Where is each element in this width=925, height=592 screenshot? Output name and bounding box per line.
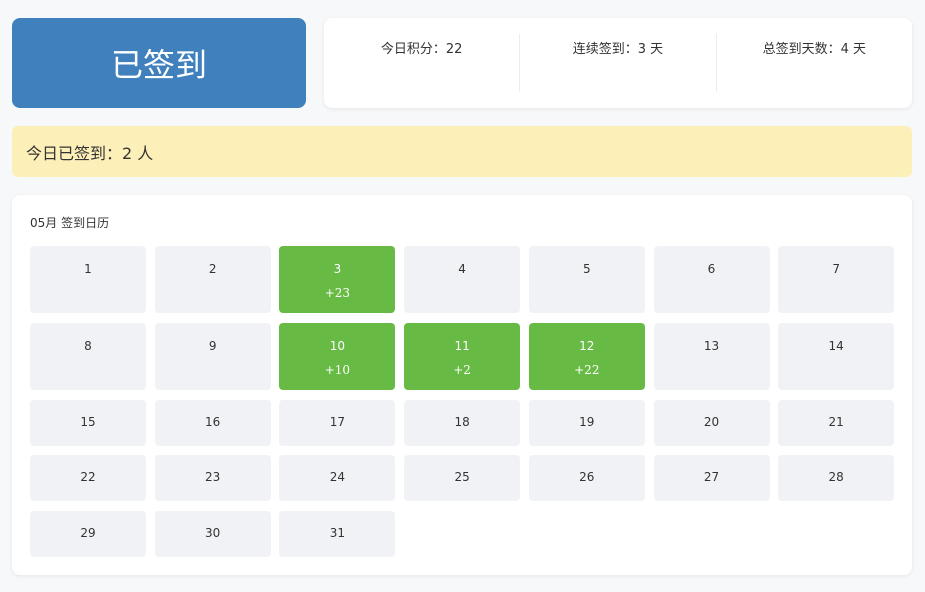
calendar-day[interactable]: 27 (653, 455, 770, 501)
checkin-calendar: 05月 签到日历 1 2 3 +23 4 5 6 7 8 9 10 +10 11 +2 12 +22 13 14 1… (12, 195, 912, 575)
signed-count-notice: 今日已签到：2 人 (12, 126, 912, 177)
calendar-day-number: 5 (582, 262, 591, 276)
calendar-day-number: 14 (828, 339, 844, 353)
calendar-day-number: 20 (703, 415, 720, 429)
calendar-day[interactable]: 4 (404, 246, 521, 313)
calendar-day[interactable]: 31 (279, 511, 396, 557)
calendar-day[interactable]: 11 +2 (404, 323, 521, 390)
checkin-button[interactable]: 已签到 (12, 18, 306, 108)
calendar-day[interactable]: 29 (30, 511, 146, 557)
calendar-day[interactable]: 7 (778, 246, 895, 313)
calendar-day-number: 23 (205, 470, 221, 484)
calendar-day[interactable]: 16 (154, 400, 271, 446)
calendar-day[interactable]: 20 (653, 400, 770, 446)
calendar-day-number: 7 (832, 262, 840, 276)
calendar-day-number: 26 (579, 470, 595, 484)
calendar-day-number: 19 (579, 415, 595, 429)
calendar-day[interactable]: 28 (778, 455, 895, 501)
calendar-day[interactable]: 23 (154, 455, 271, 501)
calendar-day-points: +22 (574, 363, 600, 377)
calendar-day[interactable]: 5 (528, 246, 645, 313)
calendar-day-number: 31 (329, 526, 346, 540)
calendar-day-number: 11 (454, 339, 470, 353)
calendar-day-number: 21 (828, 415, 844, 429)
calendar-day[interactable]: 21 (778, 400, 895, 446)
calendar-day-points: +10 (324, 363, 351, 377)
calendar-day-number: 15 (80, 415, 96, 429)
calendar-day-number: 16 (205, 415, 221, 429)
stats-card: 今日积分：22 连续签到：3 天 总签到天数：4 天 (324, 18, 912, 108)
calendar-day-number: 17 (329, 415, 346, 429)
calendar-day[interactable]: 2 (154, 246, 271, 313)
calendar-day-number: 24 (329, 470, 346, 484)
calendar-day-number: 2 (208, 262, 217, 276)
calendar-day[interactable]: 26 (528, 455, 645, 501)
calendar-day[interactable]: 25 (404, 455, 521, 501)
calendar-day-number: 13 (703, 339, 720, 353)
calendar-day[interactable]: 24 (279, 455, 396, 501)
calendar-day-number: 4 (458, 262, 466, 276)
calendar-day[interactable]: 9 (154, 323, 271, 390)
calendar-day-number: 18 (454, 415, 470, 429)
calendar-day-number: 10 (329, 339, 346, 353)
calendar-day-number: 25 (454, 470, 470, 484)
calendar-day[interactable]: 3 +23 (279, 246, 396, 313)
calendar-day[interactable]: 15 (30, 400, 146, 446)
calendar-day-points: +23 (324, 286, 351, 300)
calendar-day[interactable]: 13 (653, 323, 770, 390)
calendar-day-number: 28 (828, 470, 844, 484)
calendar-day-points: +2 (453, 363, 471, 377)
calendar-day-number: 1 (84, 262, 92, 276)
calendar-day[interactable]: 10 +10 (279, 323, 396, 390)
calendar-day-number: 29 (80, 526, 96, 540)
calendar-day[interactable]: 14 (778, 323, 895, 390)
calendar-day[interactable]: 19 (528, 400, 645, 446)
calendar-day[interactable]: 17 (279, 400, 396, 446)
calendar-day[interactable]: 18 (404, 400, 521, 446)
calendar-day[interactable]: 12 +22 (528, 323, 645, 390)
calendar-day-number: 12 (579, 339, 595, 353)
calendar-day[interactable]: 6 (653, 246, 770, 313)
calendar-day-number: 8 (84, 339, 92, 353)
calendar-day-number: 22 (80, 470, 96, 484)
calendar-day-number: 6 (707, 262, 716, 276)
calendar-day-number: 27 (703, 470, 720, 484)
calendar-day-number: 3 (333, 262, 342, 276)
calendar-day[interactable]: 1 (30, 246, 146, 313)
calendar-day[interactable]: 22 (30, 455, 146, 501)
total-days-stat: 总签到天数：4 天 (762, 42, 867, 57)
today-points-stat: 今日积分：22 (324, 34, 521, 92)
streak-stat: 连续签到：3 天 (520, 34, 717, 92)
calendar-day[interactable]: 30 (154, 511, 271, 557)
calendar-title: 05月 签到日历 (30, 216, 110, 230)
calendar-day[interactable]: 8 (30, 323, 146, 390)
calendar-day-number: 30 (205, 526, 221, 540)
calendar-day-number: 9 (208, 339, 217, 353)
